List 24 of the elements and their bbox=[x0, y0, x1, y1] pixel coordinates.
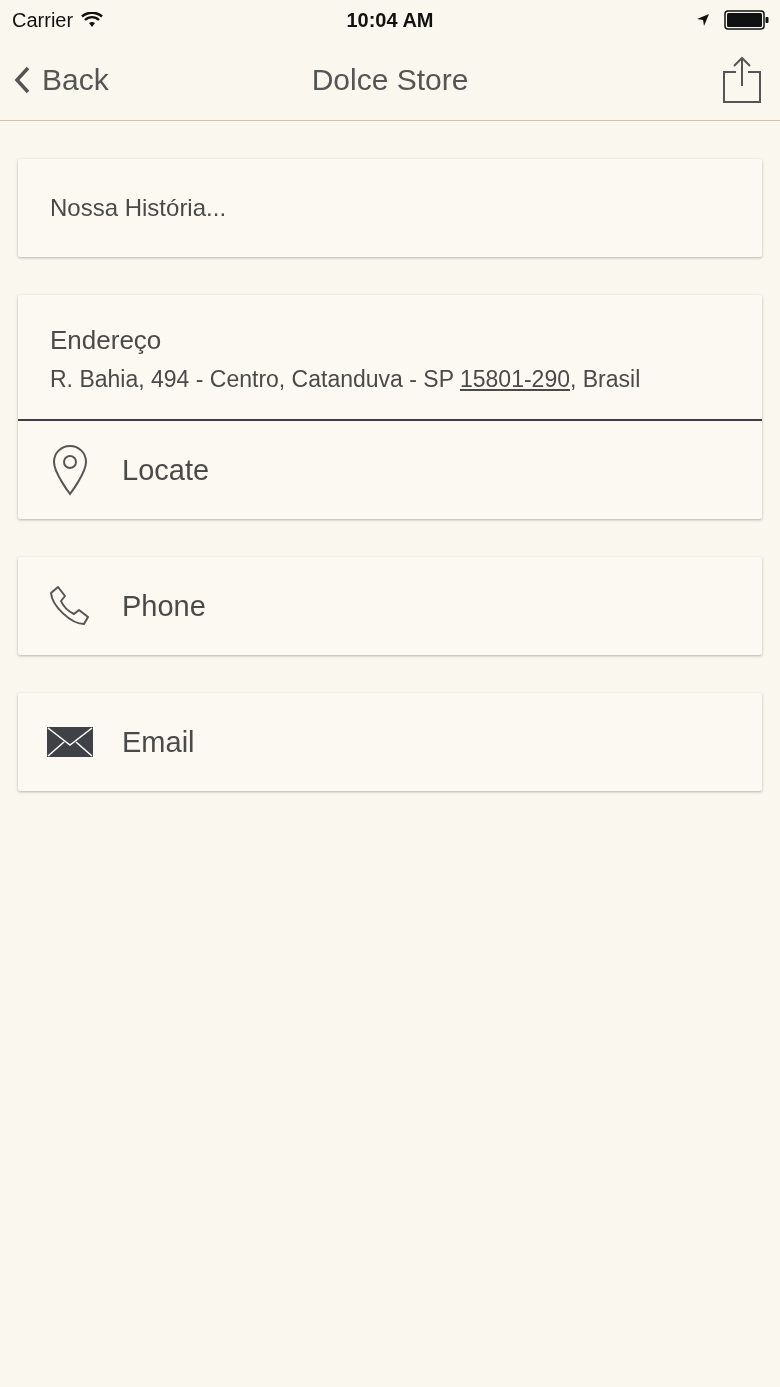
address-text: R. Bahia, 494 - Centro, Catanduva - SP 15801-290, Brasil bbox=[50, 366, 642, 393]
action-label: Email bbox=[122, 725, 195, 759]
story-text: Nossa História... bbox=[50, 194, 227, 222]
back-button[interactable]: Back bbox=[14, 63, 109, 97]
chevron-left-icon bbox=[14, 66, 30, 94]
carrier-label: Carrier bbox=[12, 8, 74, 32]
story-card[interactable]: Nossa História... bbox=[18, 159, 762, 257]
status-time: 10:04 AM bbox=[346, 8, 434, 32]
battery-icon bbox=[724, 10, 770, 30]
action-label: Locate bbox=[122, 453, 210, 487]
action-row[interactable]: Locate bbox=[18, 421, 762, 519]
action-row[interactable]: Email bbox=[18, 693, 762, 791]
share-button[interactable] bbox=[722, 56, 762, 104]
action-label: Phone bbox=[122, 589, 206, 623]
share-icon bbox=[722, 56, 762, 104]
address-label: Endereço bbox=[50, 325, 163, 356]
nav-title: Dolce Store bbox=[311, 63, 469, 97]
postcode-link[interactable]: 15801-290 bbox=[459, 366, 570, 392]
envelope-icon bbox=[47, 727, 93, 757]
location-arrow-icon bbox=[696, 13, 710, 27]
wifi-icon bbox=[81, 12, 104, 28]
location-pin-icon bbox=[51, 444, 89, 496]
phone-icon bbox=[49, 585, 91, 627]
action-row[interactable]: Phone bbox=[18, 557, 762, 655]
